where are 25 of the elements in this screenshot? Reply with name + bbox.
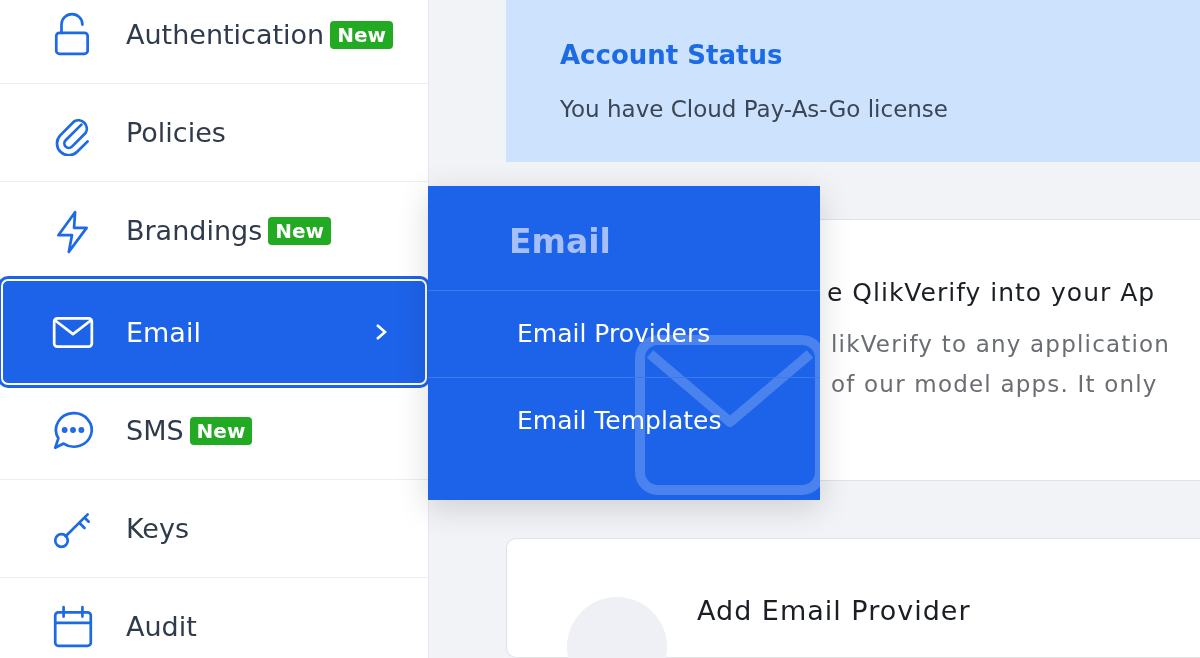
sidebar-item[interactable]: Authentication New (0, 0, 428, 84)
card-description: likVerify to any application (830, 330, 1172, 357)
sidebar-item[interactable]: Audit (0, 578, 428, 658)
sidebar-label: Email (126, 316, 201, 348)
banner-title: Account Status (560, 40, 784, 70)
sidebar-item[interactable]: Keys (0, 480, 428, 578)
flyout-item[interactable]: Email Providers (428, 291, 820, 378)
card-description: of our model apps. It only (830, 370, 1159, 397)
new-badge: New (268, 216, 332, 245)
sidebar-label: Audit (126, 611, 197, 642)
sidebar-label: SMS (126, 415, 184, 446)
sidebar-label: Brandings (126, 215, 263, 246)
license-text: You have Cloud Pay-As-Go license (560, 96, 949, 122)
new-badge: New (330, 20, 393, 49)
sidebar-item[interactable]: Email (0, 278, 428, 386)
sidebar-item[interactable]: SMS New (0, 382, 428, 480)
sidebar-item[interactable]: Policies (0, 84, 428, 182)
flyout-title: Email (428, 186, 820, 291)
flyout-item[interactable]: Email Templates (428, 378, 820, 465)
card-title: Add Email Provider (697, 597, 971, 628)
card-title: e QlikVerify into your Ap (827, 277, 1157, 307)
sidebar-label: Policies (126, 117, 226, 148)
sidebar-label: Keys (126, 513, 190, 544)
new-badge: New (189, 416, 253, 445)
sidebar-label: Authentication (126, 19, 325, 50)
